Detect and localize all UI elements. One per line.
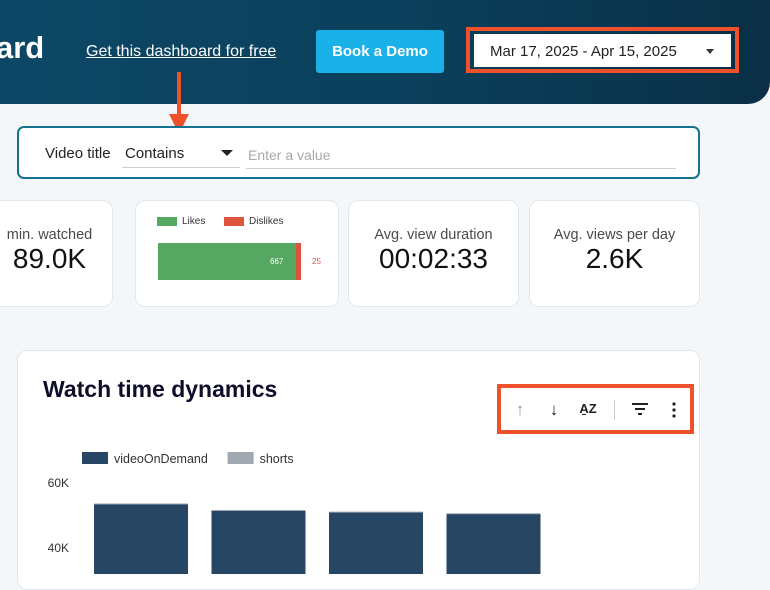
filter-icon[interactable] [631,402,649,416]
caret-down-icon[interactable] [221,150,233,156]
bar-videoOnDemand[interactable] [329,512,423,574]
kpi-label: min. watched [6,227,93,243]
bar-videoOnDemand[interactable] [94,504,188,574]
y-tick-label: 40K [48,541,69,555]
bar-videoOnDemand[interactable] [446,513,541,574]
legend-swatch-dislikes [224,217,244,226]
caret-down-icon[interactable] [706,49,714,54]
likes-data-label: 667 [270,257,284,266]
bar-shorts[interactable] [94,503,188,505]
legend-label-shorts: shorts [260,452,294,466]
chart-title: Watch time dynamics [43,376,278,402]
date-range-text: Mar 17, 2025 - Apr 15, 2025 [490,43,677,60]
filter-field-label: Video title [45,145,111,162]
legend-swatch-shorts [227,452,254,464]
toolbar-divider [614,400,615,420]
legend-label-videoOnDemand: videoOnDemand [114,452,208,466]
sort-az-icon[interactable]: A̱Z [576,401,600,416]
legend-swatch-likes [157,217,177,226]
kpi-value: 89.0K [12,243,87,274]
get-dashboard-link[interactable]: Get this dashboard for free [86,43,276,61]
filter-operator-value: Contains [125,145,185,162]
bar-shorts[interactable] [329,511,423,513]
legend-swatch-videoOnDemand [82,452,108,464]
bar-shorts[interactable] [211,509,306,511]
bar-videoOnDemand[interactable] [211,510,306,574]
legend-label-dislikes: Dislikes [249,216,284,227]
kpi-value: 00:02:33 [379,243,488,274]
y-tick-label: 60K [48,476,69,490]
brand-title: ard [0,30,45,65]
legend-label-likes: Likes [182,216,206,227]
kpi-value: 2.6K [585,243,644,274]
book-demo-button[interactable]: Book a Demo [316,30,444,73]
arrow-up-icon[interactable]: ↑ [508,400,532,420]
dislikes-data-label: 25 [312,257,321,266]
arrow-down-icon[interactable]: ↓ [542,400,566,420]
watch-time-chart: videoOnDemand shorts 60K 40K [48,452,541,574]
annotation-arrow-shaft [177,72,181,116]
dislikes-bar[interactable] [296,243,301,280]
filter-value-input[interactable] [246,141,676,169]
bar-shorts[interactable] [446,513,541,515]
more-vertical-icon[interactable] [671,402,677,418]
kpi-label: Avg. views per day [553,227,676,243]
kpi-label: Avg. view duration [374,227,493,243]
